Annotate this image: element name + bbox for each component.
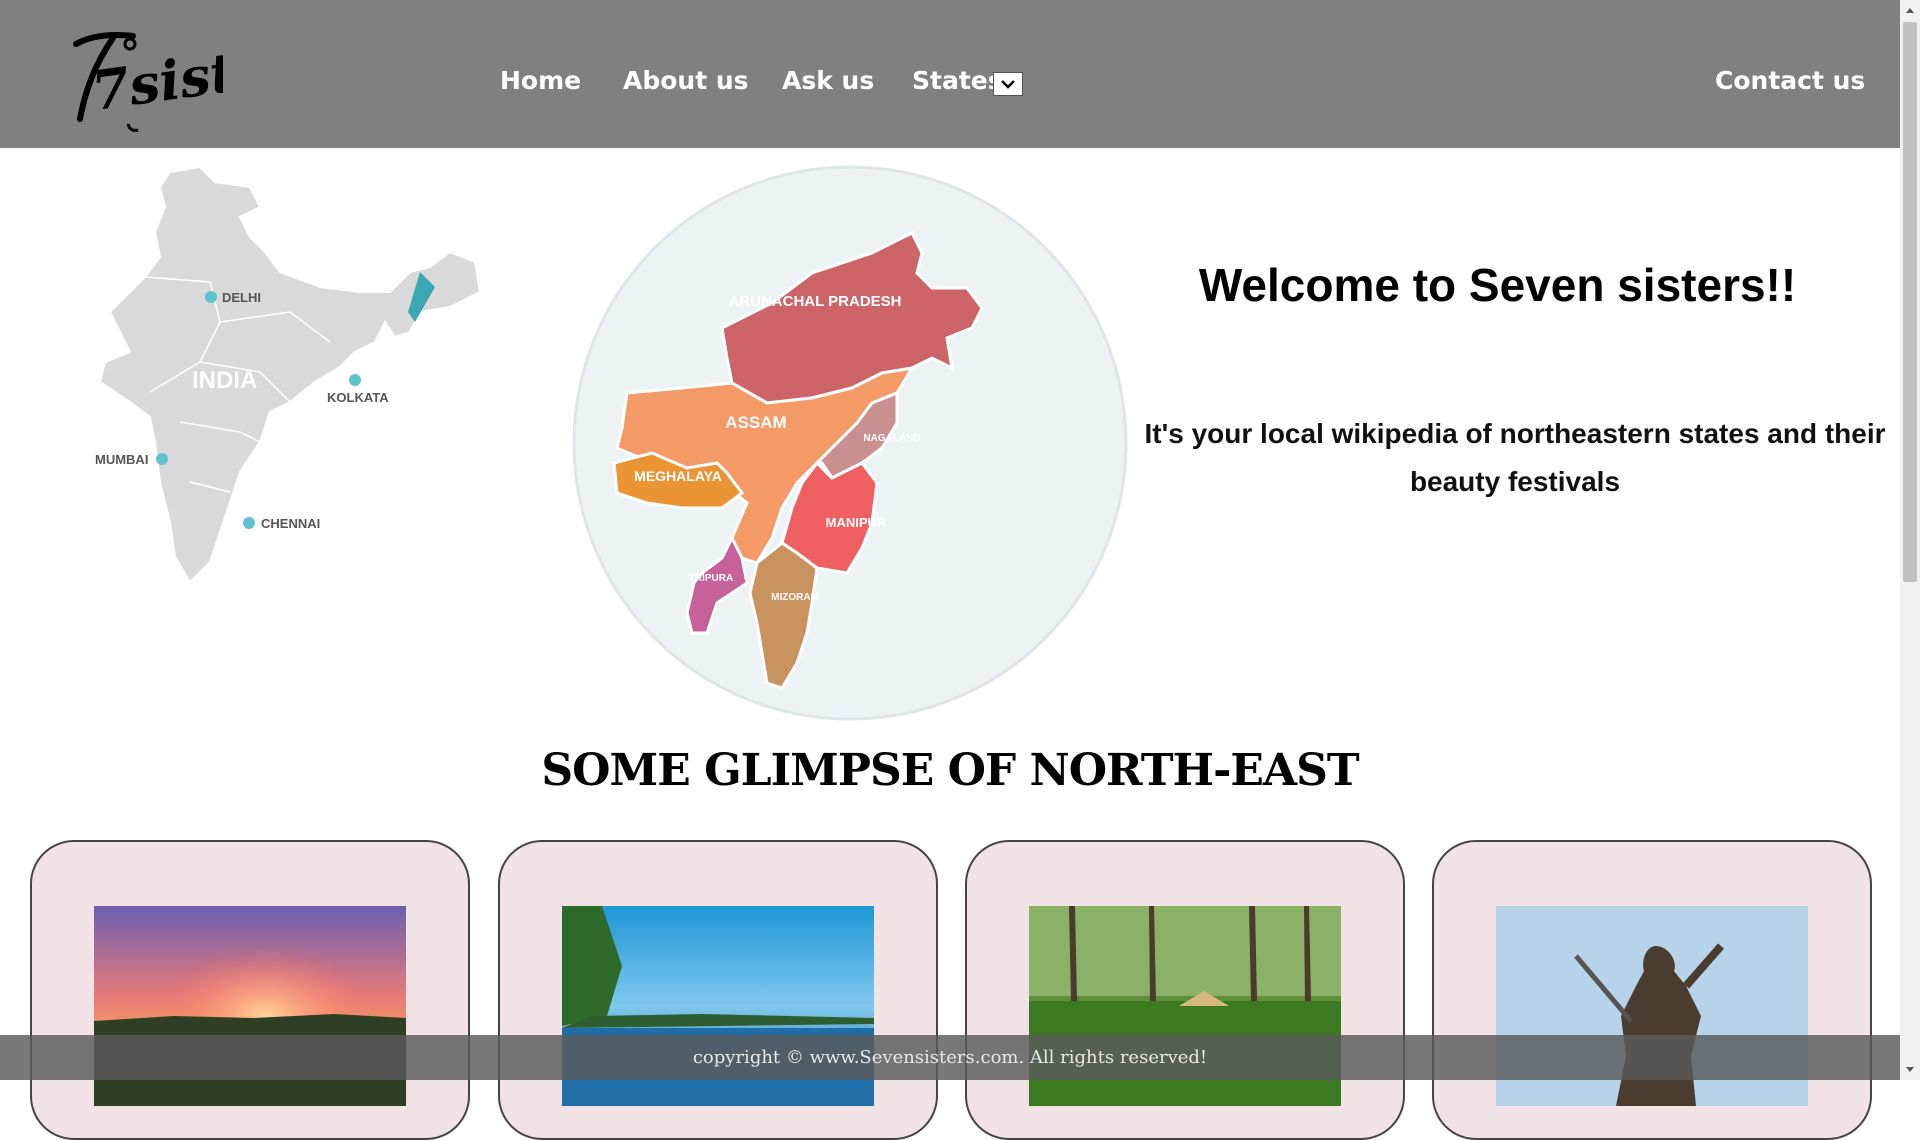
site-header: 7sisters Home About us Ask us States Con… — [0, 0, 1900, 148]
city-label-kolkata: KOLKATA — [327, 390, 389, 405]
scrollbar-thumb[interactable] — [1903, 22, 1917, 582]
mumbai-marker-icon — [156, 453, 168, 465]
city-label-chennai: CHENNAI — [261, 516, 320, 531]
state-label-arunachal: ARUNACHAL PRADESH — [728, 293, 901, 310]
glimpse-card-4[interactable] — [1432, 840, 1872, 1140]
state-label-nagaland: NAGALAND — [863, 433, 920, 444]
chennai-marker-icon — [243, 517, 255, 529]
states-dropdown[interactable] — [993, 72, 1023, 96]
northeast-map: ARUNACHAL PRADESH ASSAM NAGALAND MEGHALA… — [572, 163, 1132, 723]
glimpse-card-3[interactable] — [965, 840, 1405, 1140]
section-title: SOME GLIMPSE OF NORTH-EAST — [541, 745, 1359, 796]
scroll-up-arrow-icon[interactable] — [1900, 0, 1920, 20]
nav-contact-us[interactable]: Contact us — [1715, 66, 1865, 95]
state-label-tripura: TRIPURA — [689, 573, 733, 584]
page-scrollbar[interactable] — [1900, 0, 1920, 1080]
delhi-marker-icon — [205, 291, 217, 303]
state-label-manipur: MANIPUR — [826, 515, 887, 530]
nav-ask-us[interactable]: Ask us — [782, 66, 874, 95]
chevron-down-icon — [1001, 80, 1015, 89]
nav-about-us[interactable]: About us — [623, 66, 749, 95]
glimpse-card-2[interactable] — [498, 840, 938, 1140]
glimpse-card-1[interactable] — [30, 840, 470, 1140]
nav-states[interactable]: States — [912, 66, 1003, 95]
footer-copyright: copyright © www.Sevensisters.com. All ri… — [0, 1035, 1900, 1080]
india-label: INDIA — [192, 367, 257, 394]
city-label-mumbai: MUMBAI — [95, 452, 148, 467]
city-label-delhi: DELHI — [222, 290, 261, 305]
scroll-down-arrow-icon[interactable] — [1900, 1060, 1920, 1080]
state-label-meghalaya: MEGHALAYA — [634, 468, 722, 484]
site-logo[interactable]: 7sisters — [58, 24, 331, 139]
state-label-mizoram: MIZORAM — [771, 592, 819, 603]
kolkata-marker-icon — [349, 374, 361, 386]
state-label-assam: ASSAM — [725, 413, 786, 432]
welcome-title: Welcome to Seven sisters!! — [1198, 259, 1797, 311]
nav-home[interactable]: Home — [500, 66, 581, 95]
welcome-subtitle: It's your local wikipedia of northeaster… — [1144, 418, 1886, 497]
india-map: INDIA DELHI KOLKATA MUMBAI CHENNAI — [90, 162, 490, 592]
